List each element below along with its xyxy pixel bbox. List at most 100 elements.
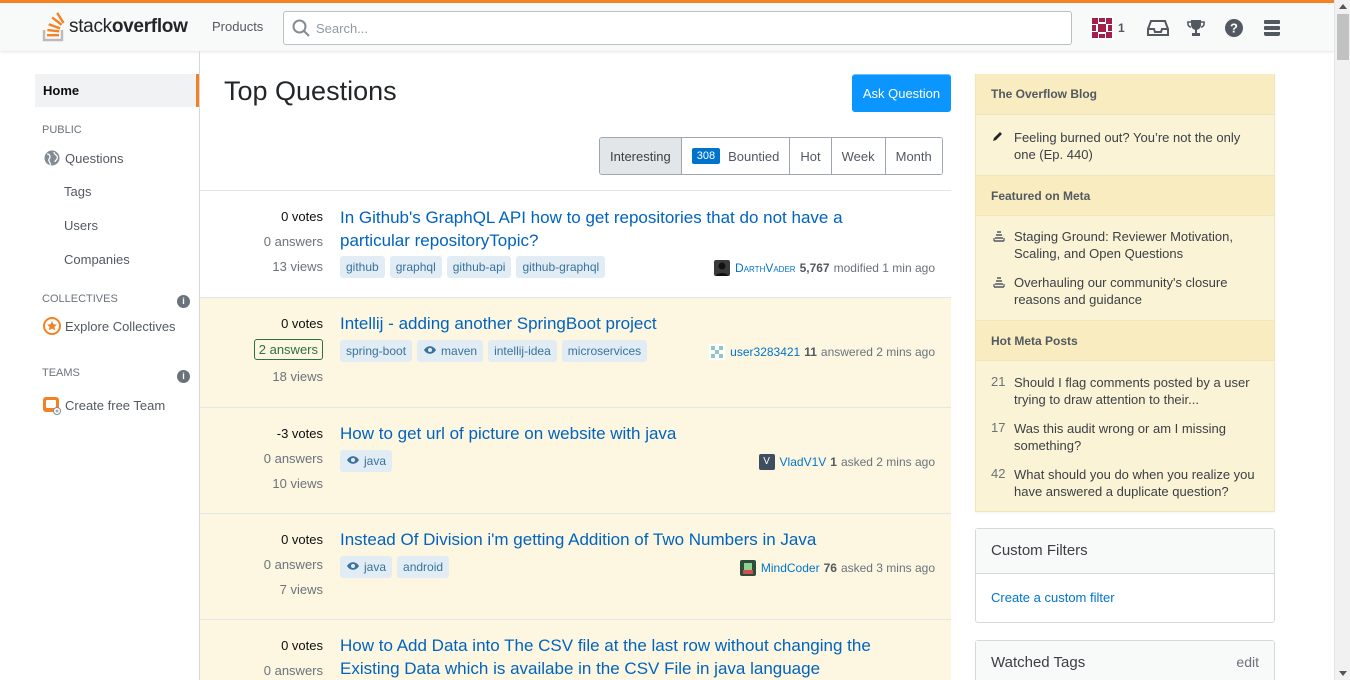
tab-month[interactable]: Month [884, 138, 942, 174]
answer-count-badge: 2 answers [253, 339, 323, 360]
search-box[interactable] [283, 11, 1072, 45]
question-summary: 0 votes 0 answers How to Add Data into T… [200, 619, 951, 680]
tab-week[interactable]: Week [830, 138, 885, 174]
vote-count: 0 votes [281, 316, 323, 331]
answer-count: 0 answers [263, 557, 323, 572]
hot-post-link[interactable]: Was this audit wrong or am I missing som… [1014, 420, 1259, 454]
watched-tags-edit-link[interactable]: edit [1236, 654, 1259, 672]
hot-meta-section-title: Hot Meta Posts [976, 320, 1274, 361]
user-name-link[interactable]: user3283421 [730, 345, 800, 359]
watched-tag[interactable]: java [340, 450, 393, 472]
question-title-link[interactable]: Intellij - adding another SpringBoot pro… [340, 312, 900, 335]
tag[interactable]: github [340, 256, 385, 278]
tab-hot[interactable]: Hot [789, 138, 831, 174]
stack-exchange-meta-icon [992, 275, 1006, 292]
question-title-link[interactable]: How to get url of picture on website wit… [340, 422, 900, 445]
user-avatar[interactable] [1090, 16, 1114, 40]
tag[interactable]: android [397, 556, 450, 578]
question-title-link[interactable]: In Github's GraphQL API how to get repos… [340, 206, 900, 252]
user-avatar[interactable] [709, 344, 726, 360]
nav-home[interactable]: Home [35, 74, 199, 107]
blog-post-link[interactable]: Feeling burned out? You’re not the only … [1014, 129, 1259, 163]
meta-post-link[interactable]: Overhauling our community's closure reas… [1014, 274, 1259, 308]
top-icons: 1 ? [1090, 11, 1299, 45]
stack-exchange-meta-icon [992, 229, 1006, 246]
tag-list: java android [340, 556, 454, 578]
tab-bountied[interactable]: 308 Bountied [680, 138, 790, 174]
nav-questions[interactable]: Questions [44, 150, 124, 166]
question-filter-tabs: Interesting 308 Bountied Hot Week Month [599, 137, 943, 175]
tag[interactable]: graphql [389, 256, 442, 278]
scroll-thumb[interactable] [1337, 14, 1349, 60]
user-name-link[interactable]: DarthVader [735, 261, 796, 275]
watched-tag[interactable]: java [340, 556, 393, 578]
question-summary: 0 votes 2 answers 18 views Intellij - ad… [200, 297, 951, 407]
ask-question-button[interactable]: Ask Question [852, 74, 951, 112]
tag[interactable]: github-api [446, 256, 512, 278]
nav-create-team[interactable]: Create free Team [42, 396, 165, 415]
site-switcher-icon[interactable] [1261, 17, 1283, 39]
tag[interactable]: spring-boot [340, 340, 413, 362]
nav-users[interactable]: Users [64, 218, 98, 233]
nav-tags[interactable]: Tags [64, 184, 91, 199]
user-name-link[interactable]: VladV1V [780, 455, 827, 469]
user-reputation: 1 [830, 455, 837, 469]
user-name-link[interactable]: MindCoder [761, 561, 820, 575]
eye-icon [423, 344, 437, 358]
nav-explore-collectives[interactable]: Explore Collectives [43, 317, 176, 335]
question-summary: 0 votes 0 answers 13 views In Github's G… [200, 190, 951, 297]
help-icon[interactable]: ? [1223, 17, 1245, 39]
vote-count: 0 votes [281, 532, 323, 547]
tag[interactable]: github-graphql [516, 256, 606, 278]
bounty-count-badge: 308 [691, 148, 721, 164]
products-menu[interactable]: Products [212, 19, 263, 34]
user-avatar[interactable] [714, 260, 731, 276]
answer-count: 0 answers [263, 234, 323, 249]
question-summary: 0 votes 0 answers 7 views Instead Of Div… [200, 513, 951, 619]
tag-label: maven [441, 344, 478, 358]
view-count: 13 views [272, 259, 323, 274]
tag-list: java [340, 450, 397, 472]
scroll-down-arrow-icon[interactable] [1339, 671, 1347, 676]
tag-list: github graphql github-api github-graphql [340, 256, 610, 278]
scroll-up-arrow-icon[interactable] [1339, 4, 1347, 9]
watched-tags-title: Watched Tags [991, 654, 1086, 671]
collectives-info-icon[interactable]: i [177, 295, 190, 308]
view-count: 18 views [272, 369, 323, 384]
logo[interactable]: stackoverflow [42, 11, 188, 43]
teams-info-icon[interactable]: i [177, 370, 190, 383]
create-custom-filter-link[interactable]: Create a custom filter [976, 574, 1274, 621]
collectives-star-icon [43, 317, 61, 335]
user-avatar[interactable] [739, 560, 756, 576]
meta-post-link[interactable]: Staging Ground: Reviewer Motivation, Sca… [1014, 228, 1259, 262]
page-scrollbar[interactable] [1334, 0, 1350, 680]
question-title-link[interactable]: How to Add Data into The CSV file at the… [340, 634, 910, 680]
answer-count: 0 answers [263, 663, 323, 678]
vote-count: -3 votes [276, 426, 323, 441]
tab-interesting[interactable]: Interesting [600, 138, 681, 174]
tag[interactable]: intellij-idea [488, 340, 557, 362]
search-input[interactable] [316, 12, 1056, 44]
hot-post-link[interactable]: What should you do when you realize you … [1014, 466, 1259, 500]
pencil-icon [992, 130, 1004, 145]
vote-count: 0 votes [281, 209, 323, 224]
eye-icon [346, 560, 360, 574]
tag[interactable]: microservices [561, 340, 648, 362]
user-avatar[interactable]: V [758, 454, 775, 470]
overflow-blog-widget: The Overflow Blog Feeling burned out? Yo… [975, 74, 1275, 512]
activity-time: asked 3 mins ago [840, 561, 935, 575]
tag-label: java [364, 454, 387, 468]
activity-time: asked 2 mins ago [840, 455, 935, 469]
question-title-link[interactable]: Instead Of Division i'm getting Addition… [340, 528, 900, 551]
nav-section-teams: TEAMS [42, 367, 80, 379]
nav-companies[interactable]: Companies [64, 252, 130, 267]
watched-tag[interactable]: maven [417, 340, 484, 362]
teams-briefcase-icon [42, 396, 61, 415]
hot-post-score: 17 [991, 420, 1006, 435]
user-card: user3283421 11 answered 2 mins ago [709, 344, 935, 360]
hot-post-link[interactable]: Should I flag comments posted by a user … [1014, 374, 1259, 408]
inbox-icon[interactable] [1146, 17, 1169, 39]
vote-count: 0 votes [281, 638, 323, 653]
achievements-trophy-icon[interactable] [1185, 17, 1207, 39]
hot-post-score: 21 [991, 374, 1006, 389]
